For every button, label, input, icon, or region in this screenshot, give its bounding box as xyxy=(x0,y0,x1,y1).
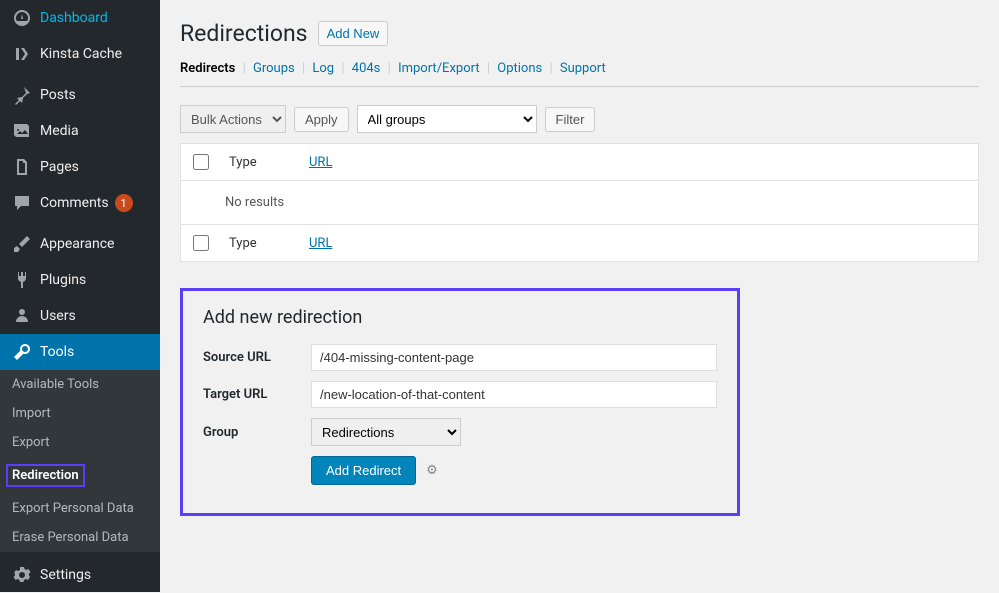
sidebar-label: Media xyxy=(40,123,79,139)
tab-bar: Redirects | Groups | Log | 404s | Import… xyxy=(180,61,979,87)
target-url-label: Target URL xyxy=(203,387,311,402)
add-redirection-title: Add new redirection xyxy=(203,307,717,328)
comments-icon xyxy=(12,193,32,213)
comments-count-badge: 1 xyxy=(115,194,133,212)
add-new-button[interactable]: Add New xyxy=(318,21,389,46)
sidebar-item-dashboard[interactable]: Dashboard xyxy=(0,0,160,36)
sidebar-label: Settings xyxy=(40,567,91,583)
source-url-input[interactable] xyxy=(311,344,717,371)
submenu-redirection[interactable]: Redirection xyxy=(0,457,160,494)
tools-submenu: Available Tools Import Export Redirectio… xyxy=(0,370,160,552)
sidebar-label: Appearance xyxy=(40,236,114,252)
select-all-footer-checkbox[interactable] xyxy=(193,235,209,251)
filter-button[interactable]: Filter xyxy=(545,107,596,132)
user-icon xyxy=(12,306,32,326)
select-all-checkbox[interactable] xyxy=(193,154,209,170)
sidebar-item-kinsta[interactable]: Kinsta Cache xyxy=(0,36,160,72)
main-content: Redirections Add New Redirects | Groups … xyxy=(160,0,999,592)
tab-options[interactable]: Options xyxy=(497,61,542,76)
col-url-foot[interactable]: URL xyxy=(309,236,332,251)
settings-icon xyxy=(12,565,32,585)
sidebar-item-posts[interactable]: Posts xyxy=(0,77,160,113)
add-redirect-button[interactable]: Add Redirect xyxy=(311,456,416,485)
table-body: No results xyxy=(181,181,978,224)
sidebar-label: Users xyxy=(40,308,76,324)
admin-sidebar: Dashboard Kinsta Cache Posts Media Pages… xyxy=(0,0,160,592)
pin-icon xyxy=(12,85,32,105)
col-type: Type xyxy=(229,155,289,170)
pages-icon xyxy=(12,157,32,177)
submenu-import[interactable]: Import xyxy=(0,399,160,428)
submenu-export-personal[interactable]: Export Personal Data xyxy=(0,494,160,523)
page-title: Redirections xyxy=(180,20,308,47)
tab-redirects[interactable]: Redirects xyxy=(180,61,235,76)
page-header: Redirections Add New xyxy=(180,20,979,47)
sidebar-item-pages[interactable]: Pages xyxy=(0,149,160,185)
sidebar-item-comments[interactable]: Comments 1 xyxy=(0,185,160,221)
tab-support[interactable]: Support xyxy=(560,61,606,76)
add-redirection-box: Add new redirection Source URL Target UR… xyxy=(180,288,740,516)
sidebar-item-appearance[interactable]: Appearance xyxy=(0,226,160,262)
col-url[interactable]: URL xyxy=(309,155,332,170)
sidebar-item-plugins[interactable]: Plugins xyxy=(0,262,160,298)
sidebar-label: Comments xyxy=(40,195,109,211)
brush-icon xyxy=(12,234,32,254)
sidebar-label: Posts xyxy=(40,87,76,103)
sidebar-label: Pages xyxy=(40,159,79,175)
gear-icon[interactable]: ⚙ xyxy=(426,463,438,478)
target-url-input[interactable] xyxy=(311,381,717,408)
sidebar-item-settings[interactable]: Settings xyxy=(0,557,160,593)
sidebar-item-users[interactable]: Users xyxy=(0,298,160,334)
table-footer: Type URL xyxy=(181,224,978,261)
table-toolbar: Bulk Actions Apply All groups Filter xyxy=(180,105,979,133)
submenu-export[interactable]: Export xyxy=(0,428,160,457)
sidebar-label: Dashboard xyxy=(40,10,108,26)
wrench-icon xyxy=(12,342,32,362)
all-groups-select[interactable]: All groups xyxy=(357,105,537,133)
group-label: Group xyxy=(203,425,311,440)
group-select[interactable]: Redirections xyxy=(311,418,461,446)
submenu-erase-personal[interactable]: Erase Personal Data xyxy=(0,523,160,552)
tab-groups[interactable]: Groups xyxy=(253,61,295,76)
sidebar-label: Tools xyxy=(40,344,74,360)
sidebar-label: Kinsta Cache xyxy=(40,46,122,62)
sidebar-item-tools[interactable]: Tools xyxy=(0,334,160,370)
kinsta-icon xyxy=(12,44,32,64)
col-type-foot: Type xyxy=(229,236,289,251)
tab-log[interactable]: Log xyxy=(312,61,334,76)
dashboard-icon xyxy=(12,8,32,28)
apply-button[interactable]: Apply xyxy=(294,107,349,132)
tab-import-export[interactable]: Import/Export xyxy=(398,61,480,76)
media-icon xyxy=(12,121,32,141)
source-url-label: Source URL xyxy=(203,350,311,365)
submenu-available-tools[interactable]: Available Tools xyxy=(0,370,160,399)
plug-icon xyxy=(12,270,32,290)
sidebar-label: Plugins xyxy=(40,272,86,288)
tab-404s[interactable]: 404s xyxy=(352,61,381,76)
redirects-table: Type URL No results Type URL xyxy=(180,143,979,262)
table-header: Type URL xyxy=(181,144,978,181)
bulk-actions-select[interactable]: Bulk Actions xyxy=(180,105,286,133)
sidebar-item-media[interactable]: Media xyxy=(0,113,160,149)
